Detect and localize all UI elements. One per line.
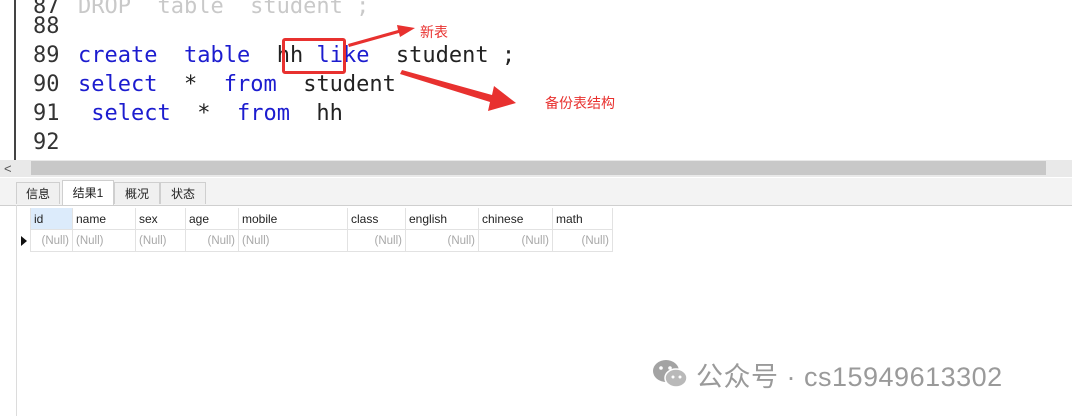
current-row-indicator-icon (16, 230, 30, 252)
watermark: 公众号 · cs15949613302 (652, 356, 1003, 392)
column-header-chinese[interactable]: chinese (479, 208, 553, 230)
tab-info[interactable]: 信息 (16, 182, 60, 204)
column-header-age[interactable]: age (186, 208, 239, 230)
column-header-class[interactable]: class (348, 208, 406, 230)
table-cell[interactable]: (Null) (31, 230, 73, 252)
horizontal-scrollbar[interactable]: < (0, 160, 1072, 177)
tab-profile[interactable]: 概况 (114, 182, 160, 204)
scroll-left-arrow-icon[interactable]: < (4, 160, 18, 177)
table-cell[interactable]: (Null) (136, 230, 186, 252)
arrow-new-table (348, 25, 415, 47)
column-header-name[interactable]: name (73, 208, 136, 230)
column-header-math[interactable]: math (553, 208, 613, 230)
table-cell[interactable]: (Null) (406, 230, 479, 252)
column-header-id[interactable]: id (31, 208, 73, 230)
arrow-backup-structure (400, 70, 516, 111)
scrollbar-thumb[interactable] (31, 161, 1046, 175)
wechat-icon (653, 360, 688, 388)
table-cell[interactable]: (Null) (348, 230, 406, 252)
annotation-arrows (348, 25, 516, 111)
tab-status[interactable]: 状态 (160, 182, 206, 204)
table-cell[interactable]: (Null) (73, 230, 136, 252)
column-header-sex[interactable]: sex (136, 208, 186, 230)
watermark-text: 公众号 · cs15949613302 (696, 361, 1003, 392)
tab-result1[interactable]: 结果1 (62, 180, 114, 205)
table-cell[interactable]: (Null) (239, 230, 348, 252)
table-cell[interactable]: (Null) (186, 230, 239, 252)
column-header-mobile[interactable]: mobile (239, 208, 348, 230)
annotation-new-table: 新表 (420, 24, 448, 40)
column-header-english[interactable]: english (406, 208, 479, 230)
result-tabs: 信息 结果1 概况 状态 (0, 178, 1072, 206)
annotation-backup-structure: 备份表结构 (545, 95, 615, 111)
table-cell[interactable]: (Null) (553, 230, 613, 252)
table-cell[interactable]: (Null) (479, 230, 553, 252)
